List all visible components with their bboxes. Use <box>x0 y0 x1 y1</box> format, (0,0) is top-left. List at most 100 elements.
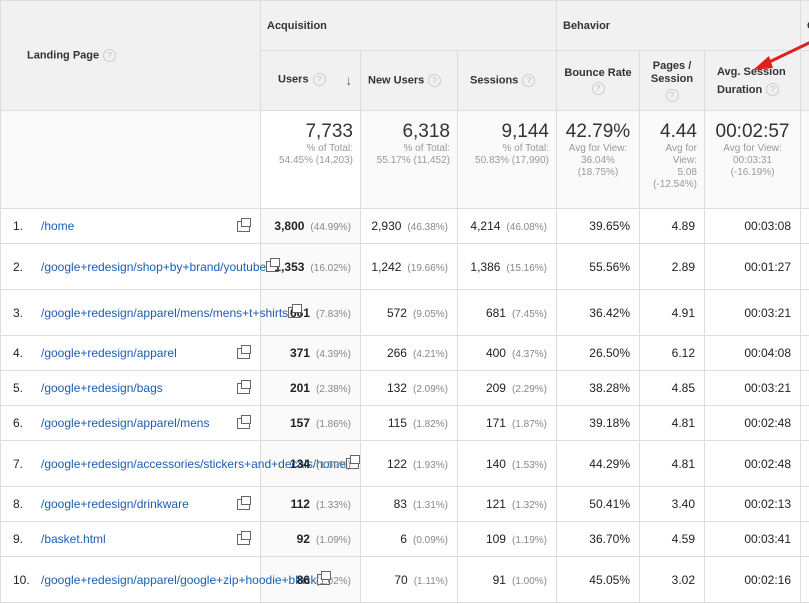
conversions-cell <box>800 405 809 441</box>
avg-duration-cell: 00:03:21 <box>703 370 802 406</box>
new-users-percent: (0.09%) <box>412 535 448 546</box>
sessions-cell: 140 (1.53%) <box>457 440 557 487</box>
total-avg-duration-cell: 00:02:57 Avg for View: 00:03:31 (-16.19%… <box>703 110 802 209</box>
open-in-new-window-icon[interactable] <box>237 217 251 232</box>
pages-session-column-header[interactable]: Pages / Session ? <box>639 50 705 111</box>
new-users-value: 132 <box>386 381 407 395</box>
new-users-cell: 122 (1.93%) <box>360 440 458 487</box>
landing-page-header-label: Landing Page <box>27 49 100 62</box>
sessions-cell: 4,214 (46.08%) <box>457 208 557 244</box>
sessions-cell: 121 (1.32%) <box>457 486 557 522</box>
open-in-new-window-icon[interactable] <box>288 304 303 318</box>
open-in-new-window-icon[interactable] <box>237 414 251 429</box>
help-icon[interactable]: ? <box>665 88 679 102</box>
users-value: 201 <box>289 381 310 395</box>
total-conversions-cell <box>800 110 809 209</box>
total-avg-duration-sub3: (-16.19%) <box>730 167 775 178</box>
row-index: 10. <box>13 572 30 587</box>
conversions-cell <box>800 486 809 522</box>
new-users-column-header[interactable]: New Users? <box>360 50 458 111</box>
row-index: 2. <box>13 259 24 274</box>
open-in-new-window-icon[interactable] <box>237 344 251 359</box>
open-in-new-window-icon[interactable] <box>237 495 251 510</box>
landing-page-link[interactable]: /google+redesign/bags <box>41 381 237 395</box>
new-users-cell: 132 (2.09%) <box>360 370 458 406</box>
sessions-value: 209 <box>485 381 506 395</box>
help-icon[interactable]: ? <box>766 83 780 97</box>
total-sessions-cell: 9,144 % of Total: 50.83% (17,990) <box>457 110 557 209</box>
row-index: 9. <box>13 532 24 546</box>
total-pages-session-sub4: (-12.54%) <box>653 179 697 190</box>
help-icon[interactable]: ? <box>428 74 442 87</box>
new-users-value: 70 <box>394 572 408 587</box>
landing-page-link[interactable]: /google+redesign/drinkware <box>41 497 237 511</box>
total-sessions-sub2: 50.83% (17,990) <box>475 155 549 166</box>
landing-page-cell: 8. /google+redesign/drinkware <box>0 486 261 522</box>
sessions-value: 121 <box>485 497 506 511</box>
help-icon[interactable]: ? <box>103 49 117 62</box>
bounce-rate-cell: 36.70% <box>556 521 640 557</box>
sessions-value: 681 <box>485 305 506 320</box>
new-users-cell: 572 (9.05%) <box>360 289 458 336</box>
open-in-new-window-icon[interactable] <box>346 455 361 469</box>
open-in-new-window-icon[interactable] <box>266 258 281 272</box>
open-in-new-window-icon[interactable] <box>316 571 331 585</box>
landing-page-cell: 9. /basket.html <box>0 521 261 557</box>
sessions-percent: (1.19%) <box>511 535 547 546</box>
landing-page-link[interactable]: /google+redesign/apparel/mens/mens+t+shi… <box>41 306 288 320</box>
total-new-users-sub2: 55.17% (11,452) <box>376 155 450 166</box>
users-header-label: Users <box>278 73 309 86</box>
users-column-header[interactable]: Users? ↓ <box>260 50 361 111</box>
users-value: 371 <box>289 346 310 360</box>
new-users-value: 2,930 <box>371 219 402 233</box>
users-value: 3,800 <box>274 219 305 233</box>
landing-page-link[interactable]: /google+redesign/apparel/google+zip+hood… <box>41 573 317 587</box>
users-percent: (2.38%) <box>315 384 351 395</box>
landing-page-cell: 3. /google+redesign/apparel/mens/mens+t+… <box>0 289 303 336</box>
new-users-value: 83 <box>393 497 407 511</box>
pages-session-header-label: Pages / Session <box>650 59 694 85</box>
landing-page-link[interactable]: /basket.html <box>41 532 237 546</box>
total-pages-session-value: 4.44 <box>660 121 697 142</box>
new-users-percent: (19.66%) <box>407 262 448 274</box>
bounce-rate-cell: 26.50% <box>556 335 640 371</box>
landing-page-link[interactable]: /google+redesign/apparel/mens <box>41 416 237 430</box>
landing-page-cell: 2. /google+redesign/shop+by+brand/youtub… <box>0 243 281 290</box>
table-row: 3. /google+redesign/apparel/mens/mens+t+… <box>0 289 809 336</box>
open-in-new-window-icon[interactable] <box>237 379 251 394</box>
table-row: 4. /google+redesign/apparel 371 (4.39%) 2… <box>0 335 809 371</box>
users-value: 112 <box>290 497 310 511</box>
help-icon[interactable]: ? <box>522 74 536 87</box>
avg-duration-cell: 00:02:16 <box>703 556 802 603</box>
new-users-percent: (1.31%) <box>412 500 448 511</box>
landing-page-link[interactable]: /home <box>41 219 237 233</box>
table-row: 6. /google+redesign/apparel/mens 157 (1.8… <box>0 405 809 441</box>
sort-down-arrow-icon[interactable]: ↓ <box>346 73 353 88</box>
landing-page-link[interactable]: /google+redesign/shop+by+brand/youtube <box>41 260 266 274</box>
pages-session-cell: 4.59 <box>639 521 705 557</box>
avg-duration-cell: 00:03:08 <box>703 208 802 244</box>
new-users-value: 266 <box>386 346 407 360</box>
users-cell: 112 (1.33%) <box>260 486 361 522</box>
row-index: 4. <box>13 346 24 360</box>
row-index: 5. <box>13 381 24 395</box>
total-new-users-cell: 6,318 % of Total: 55.17% (11,452) <box>360 110 458 209</box>
sessions-column-header[interactable]: Sessions? <box>457 50 557 111</box>
landing-page-header[interactable]: Landing Page? <box>0 0 261 111</box>
sessions-percent: (4.37%) <box>511 349 547 360</box>
sessions-percent: (46.08%) <box>506 222 547 233</box>
help-icon[interactable]: ? <box>312 73 326 86</box>
red-arrow-annotation <box>753 41 809 70</box>
bounce-rate-column-header[interactable]: Bounce Rate ? <box>556 50 640 111</box>
table-row: 7. /google+redesign/accessories/stickers… <box>0 440 809 487</box>
open-in-new-window-icon[interactable] <box>237 530 251 545</box>
landing-page-link[interactable]: /google+redesign/apparel <box>41 346 237 360</box>
table-row: 2. /google+redesign/shop+by+brand/youtub… <box>0 243 809 290</box>
bounce-rate-cell: 44.29% <box>556 440 640 487</box>
landing-page-cell: 7. /google+redesign/accessories/stickers… <box>0 440 361 487</box>
conversions-cell <box>800 370 809 406</box>
sessions-value: 109 <box>485 532 506 546</box>
users-value: 92 <box>296 532 310 546</box>
conversions-cell <box>800 289 809 336</box>
help-icon[interactable]: ? <box>591 81 605 95</box>
